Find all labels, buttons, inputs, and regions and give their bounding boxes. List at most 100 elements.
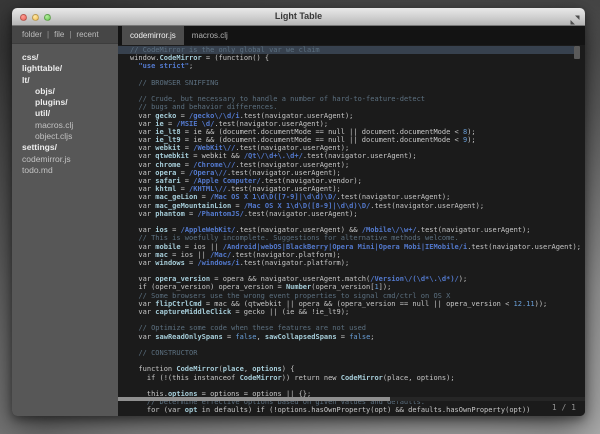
vertical-scrollbar[interactable] [574, 46, 580, 59]
code-token: function [130, 365, 176, 373]
tree-item-object.cljs[interactable]: object.cljs [22, 131, 118, 142]
code-line[interactable]: for (var opt in defaults) if (!options.h… [130, 406, 585, 414]
tree-item-todo.md[interactable]: todo.md [22, 165, 118, 176]
code-line[interactable]: var mobile = ios || /Android|webOS|Black… [130, 243, 585, 251]
code-line[interactable]: var captureMiddleClick = gecko || (ie &&… [130, 308, 585, 316]
code-token: captureMiddleClick [155, 308, 231, 316]
tree-item-lt[interactable]: lt/ [22, 75, 118, 86]
editor-tab-codemirror.js[interactable]: codemirror.js [122, 26, 184, 45]
fullscreen-button[interactable] [570, 12, 580, 22]
code-line[interactable] [130, 357, 585, 365]
code-line[interactable]: var ie = /MSIE \d/.test(navigator.userAg… [130, 120, 585, 128]
code-token: safari [155, 177, 180, 185]
code-token: var [130, 193, 155, 201]
code-line[interactable]: if (!(this instanceof CodeMirror)) retur… [130, 374, 585, 382]
code-line[interactable] [130, 267, 585, 275]
tree-item-plugins[interactable]: plugins/ [22, 97, 118, 108]
code-token: .test(navigator.userAgent); [227, 169, 341, 177]
code-token: ]); [379, 283, 392, 291]
code-line[interactable] [130, 218, 585, 226]
code-line[interactable] [130, 316, 585, 324]
sidebar-tab-folder[interactable]: folder [22, 30, 42, 39]
code-line[interactable]: var opera_version = opera && navigator.u… [130, 275, 585, 283]
close-button[interactable] [20, 14, 27, 21]
code-token: var [130, 161, 155, 169]
code-token: options [252, 365, 282, 373]
code-token: (opera_version[ [311, 283, 374, 291]
tree-item-css[interactable]: css/ [22, 52, 118, 63]
code-line[interactable]: var ios = /AppleWebKit/.test(navigator.u… [130, 226, 585, 234]
code-line[interactable]: var flipCtrlCmd = mac && (qtwebkit || op… [130, 300, 585, 308]
code-token: // Optimize some code when these feature… [138, 324, 366, 332]
minimize-button[interactable] [32, 14, 39, 21]
tree-item-settings[interactable]: settings/ [22, 142, 118, 153]
code-area[interactable]: // CodeMirror is the only global var we … [118, 45, 585, 416]
code-token: mac_geLion [155, 193, 197, 201]
code-line[interactable]: // Some browsers use the wrong event pro… [130, 292, 585, 300]
code-token: = [181, 161, 194, 169]
code-line[interactable]: var mac_geLion = /Mac OS X 1\d\D([7-9]|\… [130, 193, 585, 201]
tree-item-objs[interactable]: objs/ [22, 86, 118, 97]
code-line-highlighted[interactable]: // CodeMirror is the only global var we … [118, 46, 574, 54]
code-line[interactable]: var safari = /Apple Computer/.test(navig… [130, 177, 585, 185]
code-token: .test(navigator.platform); [240, 259, 350, 267]
title-bar[interactable]: Light Table [12, 8, 585, 26]
code-line[interactable]: // This is woefully incomplete. Suggesti… [130, 234, 585, 242]
code-line[interactable]: window.CodeMirror = (function() { [130, 54, 585, 62]
code-line[interactable]: if (opera_version) opera_version = Numbe… [130, 283, 585, 291]
page-indicator: 1 / 1 [552, 403, 576, 412]
code-line[interactable]: // Optimize some code when these feature… [130, 324, 585, 332]
code-token: /Opera\// [189, 169, 227, 177]
sidebar-tab-file[interactable]: file [54, 30, 64, 39]
code-line[interactable] [130, 382, 585, 390]
code-token: CodeMirror [160, 54, 202, 62]
tree-item-macros.clj[interactable]: macros.clj [22, 120, 118, 131]
code-line[interactable]: function CodeMirror(place, options) { [130, 365, 585, 373]
code-token: /KHTML\// [189, 185, 227, 193]
code-token: /windows/i [197, 259, 239, 267]
code-line[interactable]: // Crude, but necessary to handle a numb… [130, 95, 585, 103]
code-line[interactable] [130, 71, 585, 79]
code-line[interactable]: "use strict"; [130, 62, 585, 70]
code-line[interactable]: var windows = /windows/i.test(navigator.… [130, 259, 585, 267]
code-line[interactable]: var khtml = /KHTML\//.test(navigator.use… [130, 185, 585, 193]
tree-item-lighttable[interactable]: lighttable/ [22, 63, 118, 74]
code-token: CodeMirror [176, 365, 218, 373]
code-token: var [130, 185, 155, 193]
code-line[interactable]: // CONSTRUCTOR [130, 349, 585, 357]
code-token: var [130, 333, 155, 341]
code-line[interactable]: var sawReadOnlySpans = false, sawCollaps… [130, 333, 585, 341]
horizontal-scrollbar-thumb[interactable] [118, 397, 390, 401]
code-line[interactable]: var webkit = /WebKit\//.test(navigator.u… [130, 144, 585, 152]
zoom-button[interactable] [44, 14, 51, 21]
code-token: /AppleWebKit/ [181, 226, 236, 234]
code-token: /Apple Computer/ [193, 177, 260, 185]
code-token: "use strict" [138, 62, 189, 70]
code-line[interactable]: // bugs and behavior differences. [130, 103, 585, 111]
code-token: if (!(this instanceof [130, 374, 240, 382]
code-line[interactable] [130, 87, 585, 95]
code-token: place [223, 365, 244, 373]
editor-tab-macros.clj[interactable]: macros.clj [184, 26, 236, 45]
code-line[interactable]: var phantom = /PhantomJS/.test(navigator… [130, 210, 585, 218]
tree-item-codemirror.js[interactable]: codemirror.js [22, 154, 118, 165]
code-line[interactable]: var mac_geMountainLion = /Mac OS X 1\d\D… [130, 202, 585, 210]
code-token: = [231, 202, 244, 210]
code-line[interactable] [130, 341, 585, 349]
code-line[interactable]: var chrome = /Chrome\//.test(navigator.u… [130, 161, 585, 169]
code-token: mac [155, 251, 168, 259]
code-line[interactable]: var gecko = /gecko\/\d/i.test(navigator.… [130, 112, 585, 120]
sidebar-tab-recent[interactable]: recent [76, 30, 98, 39]
code-line[interactable]: var opera = /Opera\//.test(navigator.use… [130, 169, 585, 177]
code-token: var [130, 202, 155, 210]
code-line[interactable]: var ie_lt9 = ie && (document.documentMod… [130, 136, 585, 144]
code-token: = [176, 169, 189, 177]
code-line[interactable]: var qtwebkit = webkit && /Qt\/\d+\.\d+/.… [130, 152, 585, 160]
code-line[interactable]: // BROWSER SNIFFING [130, 79, 585, 87]
code-line[interactable]: var ie_lt8 = ie && (document.documentMod… [130, 128, 585, 136]
code-line[interactable]: var mac = ios || /Mac/.test(navigator.pl… [130, 251, 585, 259]
app-window: Light Table folder|file|recent css/light… [12, 8, 585, 416]
tree-item-util[interactable]: util/ [22, 108, 118, 119]
code-token: /Version\/(\d*\.\d*)/ [370, 275, 459, 283]
code-token: opera_version [155, 275, 210, 283]
